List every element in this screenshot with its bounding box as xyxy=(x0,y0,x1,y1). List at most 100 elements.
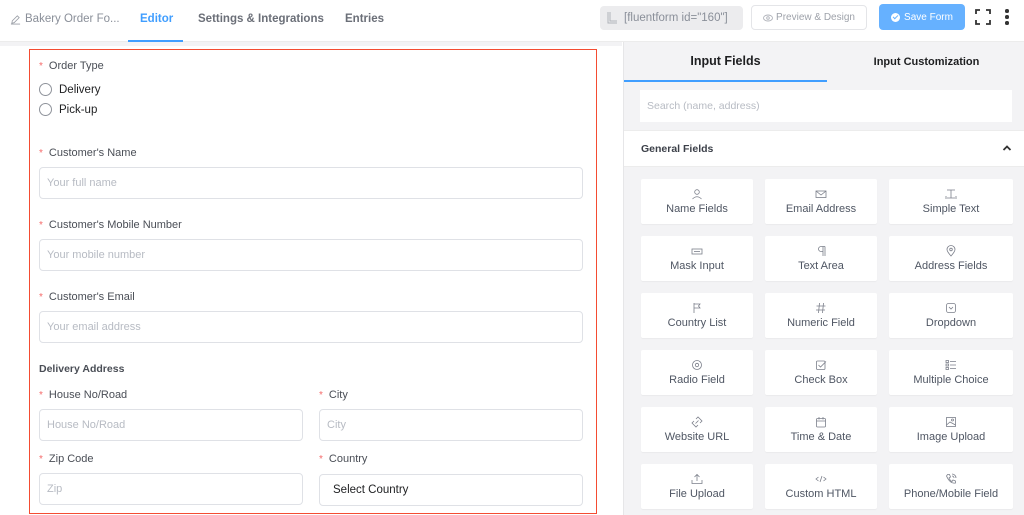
field-card-time-date[interactable]: Time & Date xyxy=(765,407,877,452)
field-card-check-box[interactable]: Check Box xyxy=(765,350,877,395)
city-input[interactable]: City xyxy=(319,409,583,441)
radio-label: Pick-up xyxy=(59,103,98,116)
check-circle-icon xyxy=(891,12,901,22)
tab-settings-integrations[interactable]: Settings & Integrations xyxy=(198,13,324,25)
customer-mobile-input[interactable]: Your mobile number xyxy=(39,239,583,271)
field-card-label: Name Fields xyxy=(666,203,728,215)
form-selection-frame[interactable] xyxy=(29,49,597,514)
required-marker: * xyxy=(39,148,43,159)
list-icon xyxy=(945,360,956,370)
field-card-multiple-choice[interactable]: Multiple Choice xyxy=(889,350,1013,395)
field-card-label: Numeric Field xyxy=(787,317,855,329)
envelope-icon xyxy=(815,190,827,198)
label-text: Customer's Email xyxy=(48,291,135,303)
placeholder: Your full name xyxy=(47,177,117,189)
field-card-label: Simple Text xyxy=(922,203,980,215)
field-card-label: Website URL xyxy=(664,431,730,443)
customer-mobile-label: * Customer's Mobile Number xyxy=(39,219,182,231)
field-card-name-fields[interactable]: Name Fields xyxy=(641,179,753,224)
radio-circle[interactable] xyxy=(39,103,52,116)
field-card-address-fields[interactable]: Address Fields xyxy=(889,236,1013,281)
customer-name-label: * Customer's Name xyxy=(39,147,137,159)
link-icon xyxy=(691,416,703,428)
code-icon xyxy=(815,475,827,483)
radio-circle[interactable] xyxy=(39,83,52,96)
preview-design-button[interactable]: Preview & Design xyxy=(751,5,867,30)
required-marker: * xyxy=(39,292,43,303)
field-card-numeric-field[interactable]: Numeric Field xyxy=(765,293,877,338)
zip-label: * Zip Code xyxy=(39,453,94,465)
field-card-mask-input[interactable]: Mask Input xyxy=(641,236,753,281)
label-text: Zip Code xyxy=(48,453,94,465)
calendar-icon xyxy=(816,417,826,428)
field-card-file-upload[interactable]: File Upload xyxy=(641,464,753,509)
copy-icon xyxy=(607,12,617,24)
upload-icon xyxy=(691,473,703,484)
map-pin-icon xyxy=(946,245,956,257)
fullscreen-icon[interactable] xyxy=(975,9,991,25)
customer-name-input[interactable]: Your full name xyxy=(39,167,583,199)
flag-icon xyxy=(693,303,701,313)
field-card-label: Address Fields xyxy=(914,260,988,272)
placeholder: Your email address xyxy=(47,321,141,333)
field-card-country-list[interactable]: Country List xyxy=(641,293,753,338)
top-bar: Bakery Order Fo... Editor Settings & Int… xyxy=(0,0,1024,42)
preview-label: Preview & Design xyxy=(776,12,855,23)
zip-input[interactable]: Zip xyxy=(39,473,303,505)
edit-pencil-icon xyxy=(10,14,21,24)
field-card-text-area[interactable]: Text Area xyxy=(765,236,877,281)
field-card-label: Custom HTML xyxy=(785,488,857,500)
field-search-input[interactable]: Search (name, address) xyxy=(640,90,1012,122)
field-card-label: Phone/Mobile Field xyxy=(903,488,999,500)
tab-input-fields[interactable]: Input Fields xyxy=(624,42,827,82)
eye-icon xyxy=(763,14,773,21)
placeholder: Zip xyxy=(47,483,63,495)
fields-sidebar: Input Fields Input Customization Search … xyxy=(623,42,1024,515)
field-card-image-upload[interactable]: Image Upload xyxy=(889,407,1013,452)
field-grid: Name Fields Email Address Simple Text Mask … xyxy=(641,179,1013,509)
field-card-label: Image Upload xyxy=(916,431,986,443)
radio-pickup[interactable]: Pick-up xyxy=(39,103,97,116)
field-card-label: Text Area xyxy=(798,260,844,272)
checkbox-icon xyxy=(816,360,827,370)
search-placeholder: Search (name, address) xyxy=(647,100,760,112)
tab-editor[interactable]: Editor xyxy=(140,13,173,25)
field-card-email-address[interactable]: Email Address xyxy=(765,179,877,224)
required-marker: * xyxy=(319,454,323,465)
field-card-simple-text[interactable]: Simple Text xyxy=(889,179,1013,224)
form-name[interactable]: Bakery Order Fo... xyxy=(10,13,120,25)
tab-entries[interactable]: Entries xyxy=(345,13,384,25)
chevron-up-icon[interactable] xyxy=(1002,143,1012,153)
house-input[interactable]: House No/Road xyxy=(39,409,303,441)
editor-top-shade xyxy=(0,42,622,46)
hash-icon xyxy=(816,302,826,314)
radio-delivery[interactable]: Delivery xyxy=(39,83,101,96)
label-text: House No/Road xyxy=(48,389,128,401)
placeholder: Your mobile number xyxy=(47,249,146,261)
country-label: * Country xyxy=(319,453,367,465)
house-label: * House No/Road xyxy=(39,389,127,401)
required-marker: * xyxy=(39,220,43,231)
image-icon xyxy=(946,417,956,427)
general-fields-header[interactable]: General Fields xyxy=(624,130,1024,167)
more-options-icon[interactable] xyxy=(1004,9,1010,26)
field-card-label: File Upload xyxy=(669,488,725,500)
field-card-custom-html[interactable]: Custom HTML xyxy=(765,464,877,509)
city-label: * City xyxy=(319,389,348,401)
label-text: Customer's Mobile Number xyxy=(48,219,182,231)
required-marker: * xyxy=(39,61,43,72)
save-label: Save Form xyxy=(904,11,953,23)
save-form-button[interactable]: Save Form xyxy=(879,4,965,30)
phone-icon xyxy=(946,473,957,484)
field-card-dropdown[interactable]: Dropdown xyxy=(889,293,1013,338)
placeholder: House No/Road xyxy=(47,419,126,431)
country-select[interactable]: Select Country xyxy=(319,474,583,506)
tab-input-customization[interactable]: Input Customization xyxy=(828,42,1024,82)
field-card-label: Multiple Choice xyxy=(913,374,989,386)
field-card-label: Mask Input xyxy=(670,260,724,272)
field-card-website-url[interactable]: Website URL xyxy=(641,407,753,452)
field-card-phone-mobile-field[interactable]: Phone/Mobile Field xyxy=(889,464,1013,509)
customer-email-input[interactable]: Your email address xyxy=(39,311,583,343)
shortcode-copy[interactable]: [fluentform id="160"] xyxy=(600,6,743,30)
field-card-radio-field[interactable]: Radio Field xyxy=(641,350,753,395)
